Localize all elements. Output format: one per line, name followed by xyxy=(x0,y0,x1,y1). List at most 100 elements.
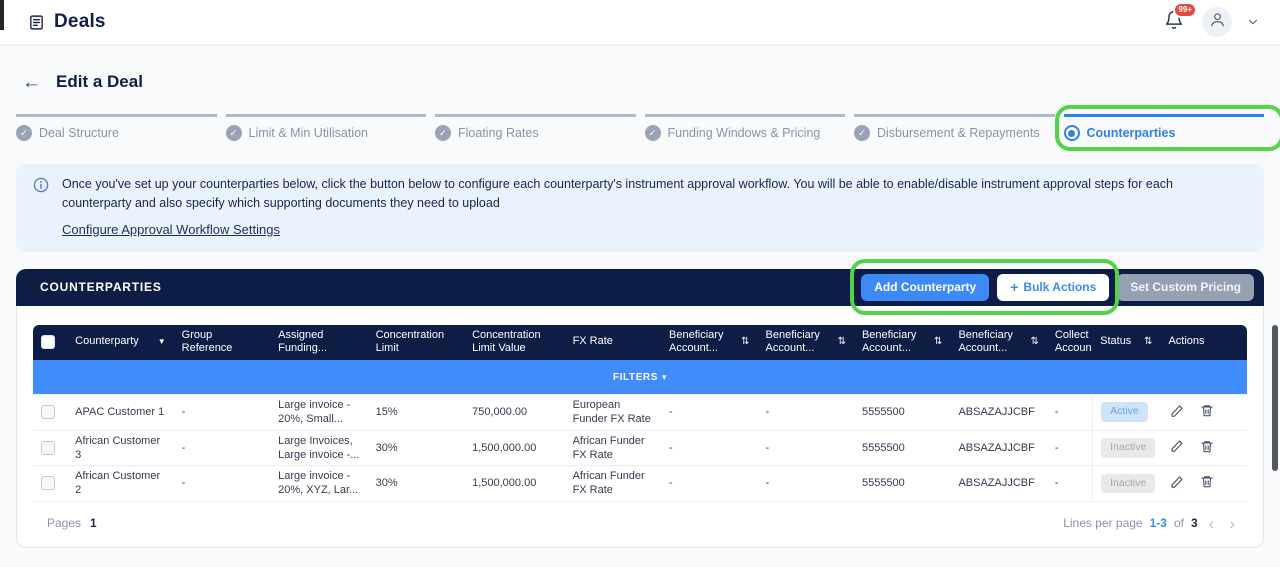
cell-beneficiary-account-3: 5555500 xyxy=(854,395,950,431)
status-badge: Inactive xyxy=(1101,438,1155,458)
set-custom-pricing-button[interactable]: Set Custom Pricing xyxy=(1117,274,1254,301)
cell-fx-rate: African Funder FX Rate xyxy=(565,466,661,502)
col-fx-rate: FX Rate xyxy=(565,325,661,361)
cell-group-reference: - xyxy=(174,431,270,467)
cell-beneficiary-account-4: ABSAZAJJCBF xyxy=(950,466,1046,502)
check-circle-icon: ✓ xyxy=(226,125,242,141)
step-funding-windows-pricing[interactable]: ✓ Funding Windows & Pricing xyxy=(645,114,846,141)
row-checkbox[interactable] xyxy=(41,476,55,490)
edit-button[interactable] xyxy=(1168,473,1186,494)
cell-beneficiary-account-4: ABSAZAJJCBF xyxy=(950,431,1046,467)
col-concentration-limit-value: Concentration Limit Value xyxy=(464,325,564,361)
info-banner: Once you've set up your counterparties b… xyxy=(16,164,1264,252)
cell-beneficiary-account-2: - xyxy=(758,395,854,431)
current-page: 1 xyxy=(90,516,97,530)
delete-button[interactable] xyxy=(1198,437,1216,459)
cell-collect-account: - xyxy=(1047,395,1092,431)
step-floating-rates[interactable]: ✓ Floating Rates xyxy=(435,114,636,141)
cell-status: Inactive xyxy=(1092,431,1160,467)
cell-fx-rate: European Funder FX Rate xyxy=(565,395,661,431)
cell-beneficiary-account-2: - xyxy=(758,466,854,502)
edit-button[interactable] xyxy=(1168,437,1186,458)
check-circle-icon: ✓ xyxy=(16,125,32,141)
chevron-down-icon: ▾ xyxy=(662,372,667,382)
of-label: of xyxy=(1174,516,1184,530)
sort-icon[interactable]: ⇅ xyxy=(838,336,846,349)
cell-concentration-limit: 30% xyxy=(368,431,464,467)
cell-assigned-funding: Large invoice - 20%, XYZ, Lar... xyxy=(270,466,367,502)
configure-approval-workflow-link[interactable]: Configure Approval Workflow Settings xyxy=(62,222,280,237)
cell-beneficiary-account-4: ABSAZAJJCBF xyxy=(950,395,1046,431)
cell-counterparty: APAC Customer 1 xyxy=(67,395,174,431)
col-collect-account: Collect Accoun xyxy=(1047,325,1092,361)
status-badge: Active xyxy=(1101,402,1148,422)
sort-icon[interactable]: ⇅ xyxy=(934,336,942,349)
trash-icon xyxy=(1200,403,1214,421)
cell-concentration-limit-value: 1,500,000.00 xyxy=(464,431,564,467)
back-button[interactable]: ← xyxy=(22,73,41,92)
avatar[interactable] xyxy=(1202,7,1232,37)
highlighted-buttons-group: Add Counterparty + Bulk Actions xyxy=(861,274,1109,301)
col-beneficiary-account-1[interactable]: Beneficiary Account...⇅ xyxy=(661,325,757,361)
chevron-down-icon[interactable] xyxy=(1246,15,1260,29)
delete-button[interactable] xyxy=(1198,472,1216,494)
delete-button[interactable] xyxy=(1198,401,1216,423)
col-counterparty[interactable]: Counterparty▼ xyxy=(67,325,174,361)
trash-icon xyxy=(1200,439,1214,457)
cell-status: Inactive xyxy=(1092,466,1160,502)
edit-button[interactable] xyxy=(1168,402,1186,423)
col-concentration-limit: Concentration Limit xyxy=(368,325,464,361)
step-limit-min-utilisation[interactable]: ✓ Limit & Min Utilisation xyxy=(226,114,427,141)
cell-checkbox xyxy=(33,395,67,431)
cell-beneficiary-account-3: 5555500 xyxy=(854,466,950,502)
info-icon xyxy=(33,177,49,193)
col-beneficiary-account-2[interactable]: Beneficiary Account...⇅ xyxy=(758,325,854,361)
lines-per-page-label: Lines per page xyxy=(1063,516,1142,530)
banner-text: Once you've set up your counterparties b… xyxy=(62,175,1240,213)
counterparties-card: Counterparty▼ Group Reference Assigned F… xyxy=(16,306,1264,548)
window-edge xyxy=(0,0,4,30)
header-checkbox-cell xyxy=(33,325,67,361)
panel-actions: Add Counterparty + Bulk Actions Set Cust… xyxy=(861,274,1254,301)
trash-icon xyxy=(1200,474,1214,492)
page-head: ← Edit a Deal xyxy=(22,69,1264,95)
step-counterparties[interactable]: Counterparties xyxy=(1064,114,1265,141)
row-checkbox[interactable] xyxy=(41,441,55,455)
chevron-left-icon[interactable]: ‹ xyxy=(1205,515,1219,532)
pencil-icon xyxy=(1170,475,1184,492)
select-all-checkbox[interactable] xyxy=(41,335,55,349)
chevron-right-icon[interactable]: › xyxy=(1225,515,1239,532)
pencil-icon xyxy=(1170,439,1184,456)
add-counterparty-button[interactable]: Add Counterparty xyxy=(861,274,989,301)
cell-concentration-limit: 15% xyxy=(368,395,464,431)
notification-badge: 99+ xyxy=(1173,2,1197,18)
cell-actions xyxy=(1160,395,1247,431)
topbar: Deals 99+ xyxy=(0,0,1280,44)
bulk-actions-button[interactable]: + Bulk Actions xyxy=(997,274,1109,301)
col-status[interactable]: Status⇅ xyxy=(1092,325,1160,361)
person-icon xyxy=(1209,11,1226,33)
filters-label: FILTERS xyxy=(613,372,658,383)
notifications-button[interactable]: 99+ xyxy=(1160,7,1188,38)
filters-row[interactable]: FILTERS ▾ xyxy=(33,360,1247,395)
cell-beneficiary-account-3: 5555500 xyxy=(854,431,950,467)
col-beneficiary-account-4[interactable]: Beneficiary Account...⇅ xyxy=(950,325,1046,361)
vertical-scrollbar[interactable] xyxy=(1272,325,1278,471)
sort-icon[interactable]: ⇅ xyxy=(1144,336,1152,349)
sort-desc-icon[interactable]: ▼ xyxy=(158,337,166,347)
cell-collect-account: - xyxy=(1047,466,1092,502)
row-checkbox[interactable] xyxy=(41,405,55,419)
table-row: African Customer 3 - Large Invoices, Lar… xyxy=(33,431,1247,467)
sort-icon[interactable]: ⇅ xyxy=(741,336,749,349)
cell-checkbox xyxy=(33,466,67,502)
col-actions: Actions xyxy=(1160,325,1247,361)
cell-group-reference: - xyxy=(174,466,270,502)
cell-counterparty: African Customer 2 xyxy=(67,466,174,502)
sort-icon[interactable]: ⇅ xyxy=(1031,336,1039,349)
step-deal-structure[interactable]: ✓ Deal Structure xyxy=(16,114,217,141)
lines-range-select[interactable]: 1-3 xyxy=(1150,516,1167,530)
cell-group-reference: - xyxy=(174,395,270,431)
step-disbursement-repayments[interactable]: ✓ Disbursement & Repayments xyxy=(854,114,1055,141)
col-beneficiary-account-3[interactable]: Beneficiary Account...⇅ xyxy=(854,325,950,361)
cell-assigned-funding: Large Invoices, Large invoice -... xyxy=(270,431,367,467)
